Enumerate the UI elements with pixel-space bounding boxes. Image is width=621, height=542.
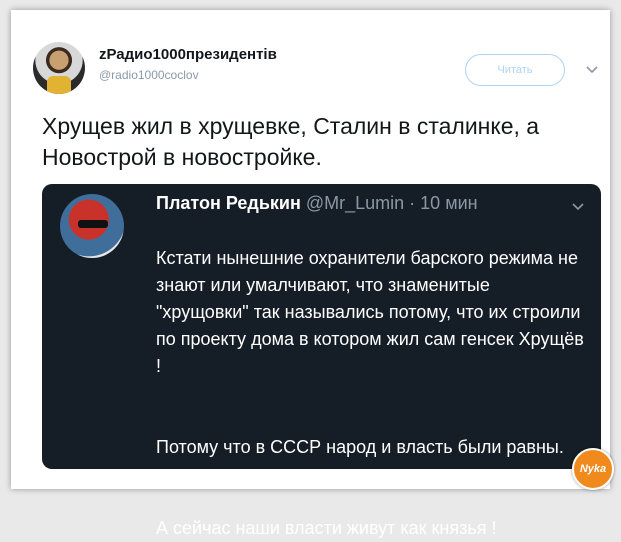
watermark-text: Nyka <box>579 463 607 475</box>
quoted-text-line: А сейчас наши власти живут как князья ! <box>156 518 497 538</box>
quoted-author-avatar[interactable] <box>60 194 124 258</box>
quoted-author-handle[interactable]: @Mr_Lumin <box>306 193 404 213</box>
quoted-timestamp[interactable]: · 10 мин <box>409 193 477 213</box>
quoted-header: Платон Редькин @Mr_Lumin · 10 мин <box>156 193 478 214</box>
chevron-down-icon[interactable] <box>585 62 599 76</box>
tweet-text: Хрущев жил в хрущевке, Сталин в сталинке… <box>42 113 540 170</box>
quoted-text-line: Кстати нынешние охранители барского режи… <box>156 248 584 376</box>
follow-button[interactable]: Читать <box>465 54 565 86</box>
quoted-author-name[interactable]: Платон Редькин <box>156 193 301 213</box>
author-avatar[interactable] <box>33 42 85 94</box>
author-name[interactable]: zРадио1000президентів <box>99 46 277 63</box>
author-handle[interactable]: @radio1000coclov <box>99 68 199 82</box>
quoted-tweet[interactable]: Платон Редькин @Mr_Lumin · 10 мин Кстати… <box>42 184 601 538</box>
quoted-text-line: Потому что в СССР народ и власть были ра… <box>156 437 564 457</box>
chevron-down-icon[interactable] <box>572 200 584 212</box>
quoted-text: Кстати нынешние охранители барского режи… <box>156 218 586 542</box>
watermark-logo: Nyka <box>572 448 614 490</box>
tweet-card: zРадио1000президентів @radio1000coclov Ч… <box>11 10 614 538</box>
